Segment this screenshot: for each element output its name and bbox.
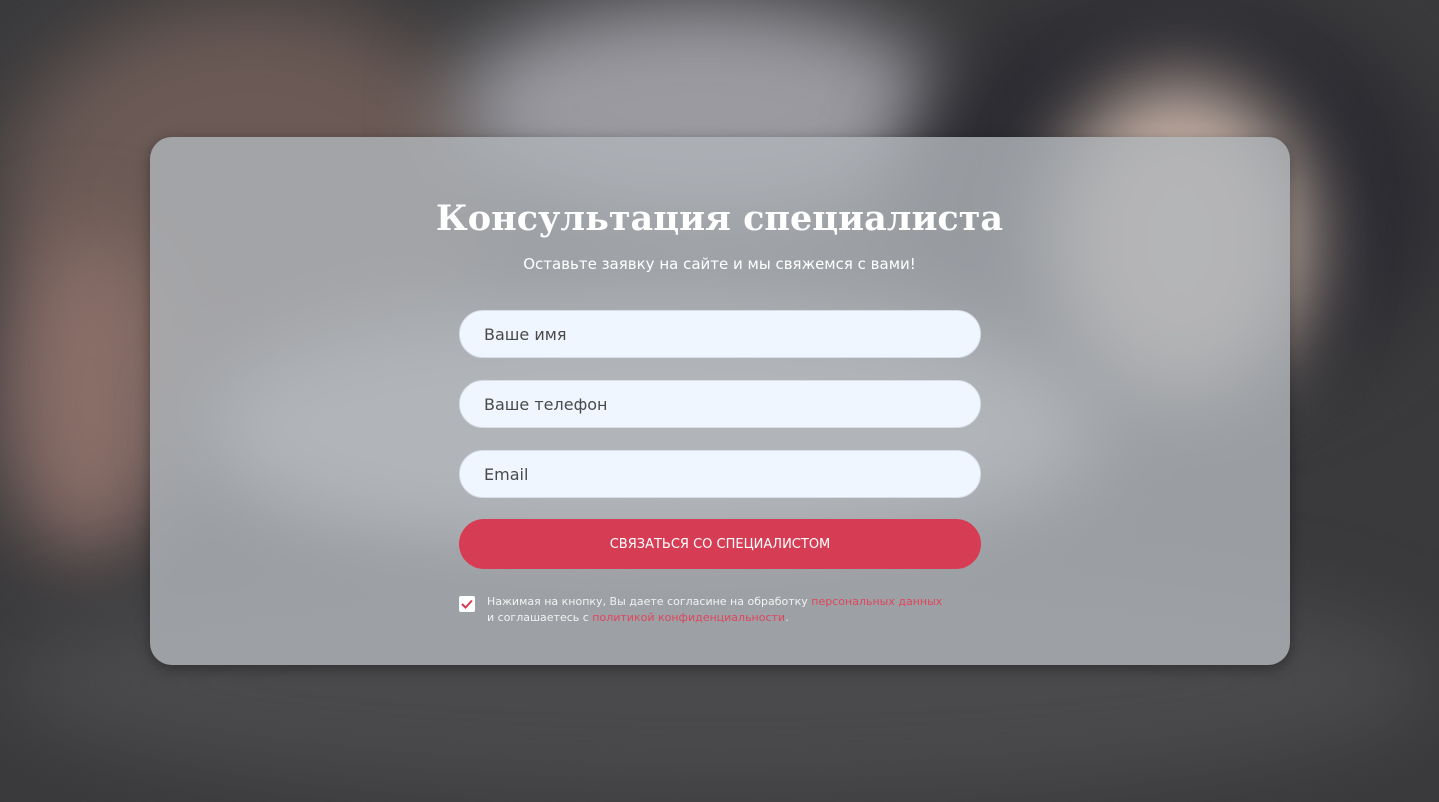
privacy-policy-link[interactable]: политикой конфиденциальности	[592, 611, 785, 624]
consent-text-part: .	[785, 611, 789, 624]
consent-text: Нажимая на кнопку, Вы даете согласине на…	[487, 594, 1007, 626]
consent-text-part: и соглашаетесь с	[487, 611, 593, 624]
consent-checkbox[interactable]	[459, 596, 475, 612]
form-subtitle: Оставьте заявку на сайте и мы свяжемся с…	[523, 255, 916, 273]
email-input[interactable]	[459, 450, 981, 498]
personal-data-link[interactable]: персональных данных	[811, 595, 942, 608]
name-input[interactable]	[459, 310, 981, 358]
checkmark-icon	[461, 599, 473, 609]
phone-input[interactable]	[459, 380, 981, 428]
form-title: Консультация специалиста	[435, 198, 1004, 239]
consent-text-part: Нажимая на кнопку, Вы даете согласине на…	[487, 595, 812, 608]
submit-button[interactable]: Связаться со специалистом	[459, 519, 981, 569]
